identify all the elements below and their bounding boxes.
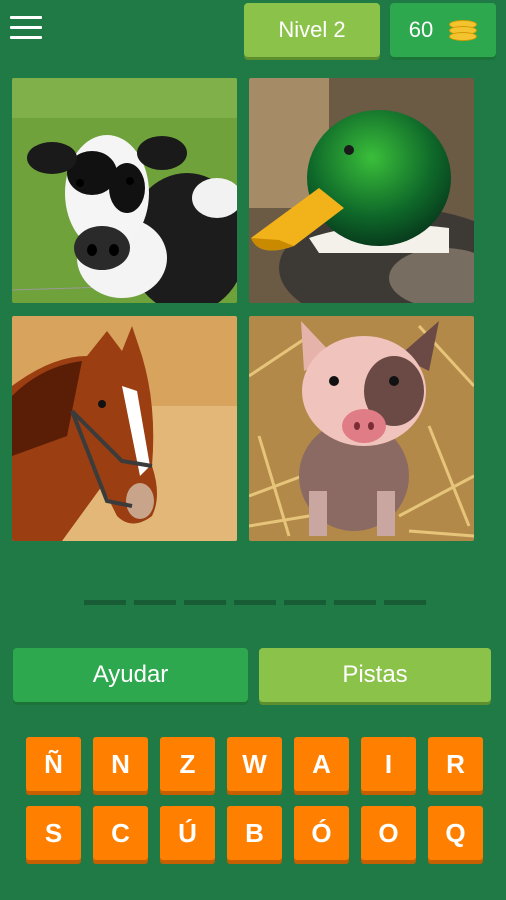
letter-key[interactable]: W	[227, 737, 282, 791]
answer-slot[interactable]	[334, 600, 376, 605]
menu-button[interactable]	[10, 16, 42, 42]
letter-key[interactable]: O	[361, 806, 416, 860]
help-button-label: Ayudar	[92, 661, 169, 688]
help-button[interactable]: Ayudar	[13, 648, 248, 702]
letter-key[interactable]: B	[227, 806, 282, 860]
letter-key[interactable]: A	[294, 737, 349, 791]
answer-slot[interactable]	[184, 600, 226, 605]
letter-key[interactable]: Ó	[294, 806, 349, 860]
letter-key[interactable]: Ñ	[26, 737, 81, 791]
letter-key[interactable]: Ú	[160, 806, 215, 860]
letter-key[interactable]: N	[93, 737, 148, 791]
letter-key[interactable]: I	[361, 737, 416, 791]
letter-key[interactable]: Z	[160, 737, 215, 791]
letter-key[interactable]: Q	[428, 806, 483, 860]
duck-image	[249, 78, 474, 303]
answer-slot[interactable]	[84, 600, 126, 605]
answer-slot[interactable]	[134, 600, 176, 605]
answer-slot[interactable]	[384, 600, 426, 605]
level-label: Nivel 2	[278, 17, 346, 42]
letter-key[interactable]: S	[26, 806, 81, 860]
coin-stack-icon	[447, 19, 478, 41]
hamburger-menu-icon	[10, 16, 42, 19]
coins-counter[interactable]: 60	[390, 3, 496, 57]
answer-slots	[84, 600, 426, 605]
letter-key[interactable]: C	[93, 806, 148, 860]
pig-image	[249, 316, 474, 541]
hints-button-label: Pistas	[342, 661, 408, 688]
answer-slot[interactable]	[284, 600, 326, 605]
answer-slot[interactable]	[234, 600, 276, 605]
letter-key[interactable]: R	[428, 737, 483, 791]
cow-image	[12, 78, 237, 303]
level-indicator: Nivel 2	[244, 3, 380, 57]
horse-image	[12, 316, 237, 541]
coins-value: 60	[408, 17, 434, 42]
hints-button[interactable]: Pistas	[259, 648, 491, 702]
